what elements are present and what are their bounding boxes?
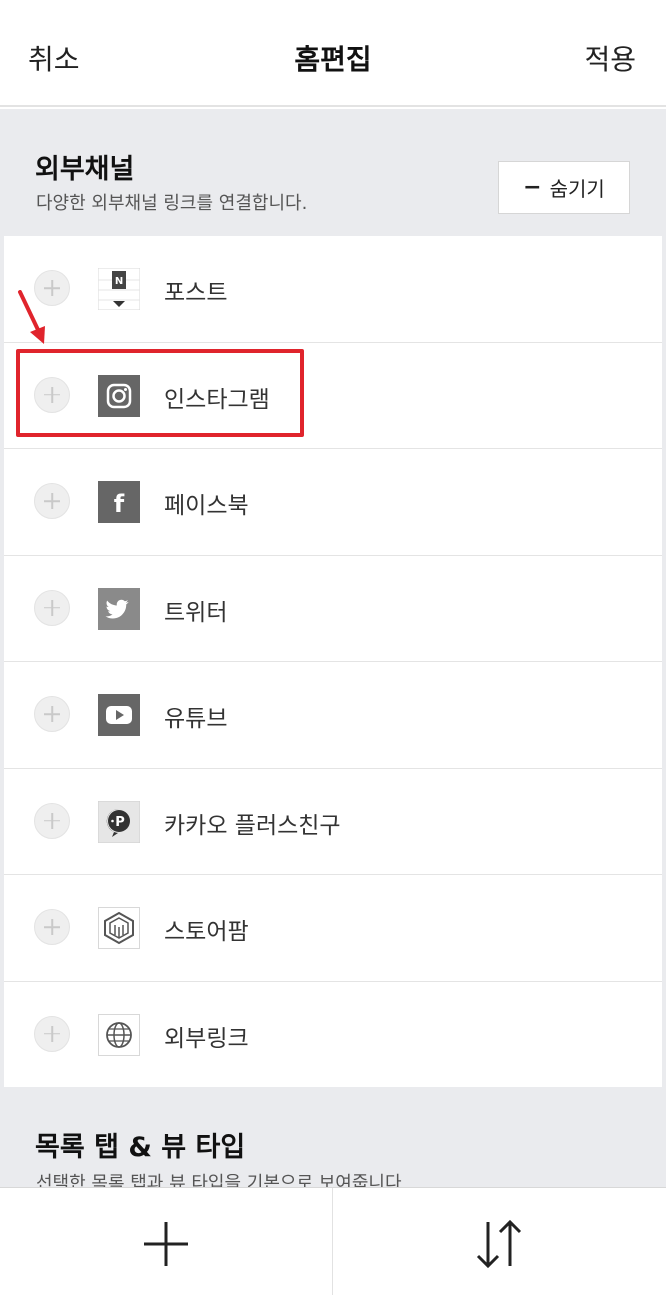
list-item-kakao-plus[interactable]: P 카카오 플러스친구 — [4, 768, 662, 875]
sort-arrows-icon[interactable] — [471, 1216, 527, 1272]
facebook-icon: f — [98, 481, 140, 523]
toolbar-divider — [332, 1188, 333, 1295]
item-label: 포스트 — [164, 280, 228, 306]
list-item-youtube[interactable]: 유튜브 — [4, 662, 662, 769]
youtube-icon — [98, 694, 140, 736]
list-item-external-link[interactable]: 외부링크 — [4, 981, 662, 1088]
add-icon[interactable] — [34, 270, 70, 306]
item-label: 외부링크 — [164, 1025, 249, 1052]
item-label: 페이스북 — [164, 493, 249, 519]
twitter-icon — [98, 587, 140, 630]
top-header: 취소 홈편집 적용 — [0, 0, 666, 107]
storefarm-icon — [98, 907, 140, 949]
list-item-twitter[interactable]: 트위터 — [4, 555, 662, 662]
globe-icon — [98, 1013, 140, 1056]
add-icon[interactable] — [34, 909, 70, 945]
page-title: 홈편집 — [294, 43, 372, 76]
add-plus-icon[interactable] — [138, 1216, 194, 1272]
naver-post-icon: N — [98, 268, 140, 310]
item-label: 인스타그램 — [164, 386, 270, 413]
instagram-icon — [98, 374, 140, 417]
add-icon[interactable] — [34, 376, 70, 413]
external-channel-list: N 포스트 인스타그램 f 페이스북 트위터 유튜브 P 카카오 플러스친구 스… — [4, 236, 662, 1088]
add-icon[interactable] — [34, 483, 70, 519]
add-icon[interactable] — [34, 589, 70, 626]
list-item-post[interactable]: N 포스트 — [4, 236, 662, 343]
hide-button[interactable]: − 숨기기 — [498, 161, 630, 214]
section-description: 다양한 외부채널 링크를 연결합니다. — [36, 193, 308, 214]
section-title: 외부채널 — [35, 154, 135, 185]
cancel-button[interactable]: 취소 — [28, 38, 80, 78]
edit-content[interactable]: 외부채널 다양한 외부채널 링크를 연결합니다. − 숨기기 N 포스트 인스타… — [0, 109, 666, 1189]
kakao-plus-icon: P — [98, 800, 140, 843]
hide-button-label: 숨기기 — [549, 177, 605, 201]
item-label: 트위터 — [164, 599, 228, 626]
apply-button[interactable]: 적용 — [584, 38, 636, 78]
svg-text:f: f — [114, 490, 125, 518]
item-label: 카카오 플러스친구 — [164, 812, 341, 839]
section-description: 선택한 목록 탭과 뷰 타입을 기본으로 보여줍니다 — [36, 1173, 402, 1189]
svg-text:P: P — [115, 815, 125, 830]
add-icon[interactable] — [34, 696, 70, 732]
list-item-storefarm[interactable]: 스토어팜 — [4, 875, 662, 982]
list-tab-view-section: 목록 탭 & 뷰 타입 선택한 목록 탭과 뷰 타입을 기본으로 보여줍니다 — [0, 1087, 666, 1189]
add-icon[interactable] — [34, 802, 70, 839]
add-icon[interactable] — [34, 1015, 70, 1052]
section-title: 목록 탭 & 뷰 타입 — [35, 1132, 246, 1163]
item-label: 유튜브 — [164, 706, 228, 732]
svg-text:N: N — [115, 276, 123, 287]
item-label: 스토어팜 — [164, 919, 249, 945]
list-item-instagram[interactable]: 인스타그램 — [4, 342, 662, 449]
bottom-toolbar — [0, 1187, 666, 1295]
minus-icon: − — [523, 175, 542, 200]
external-channel-header: 외부채널 다양한 외부채널 링크를 연결합니다. − 숨기기 — [0, 109, 666, 237]
list-item-facebook[interactable]: f 페이스북 — [4, 449, 662, 556]
